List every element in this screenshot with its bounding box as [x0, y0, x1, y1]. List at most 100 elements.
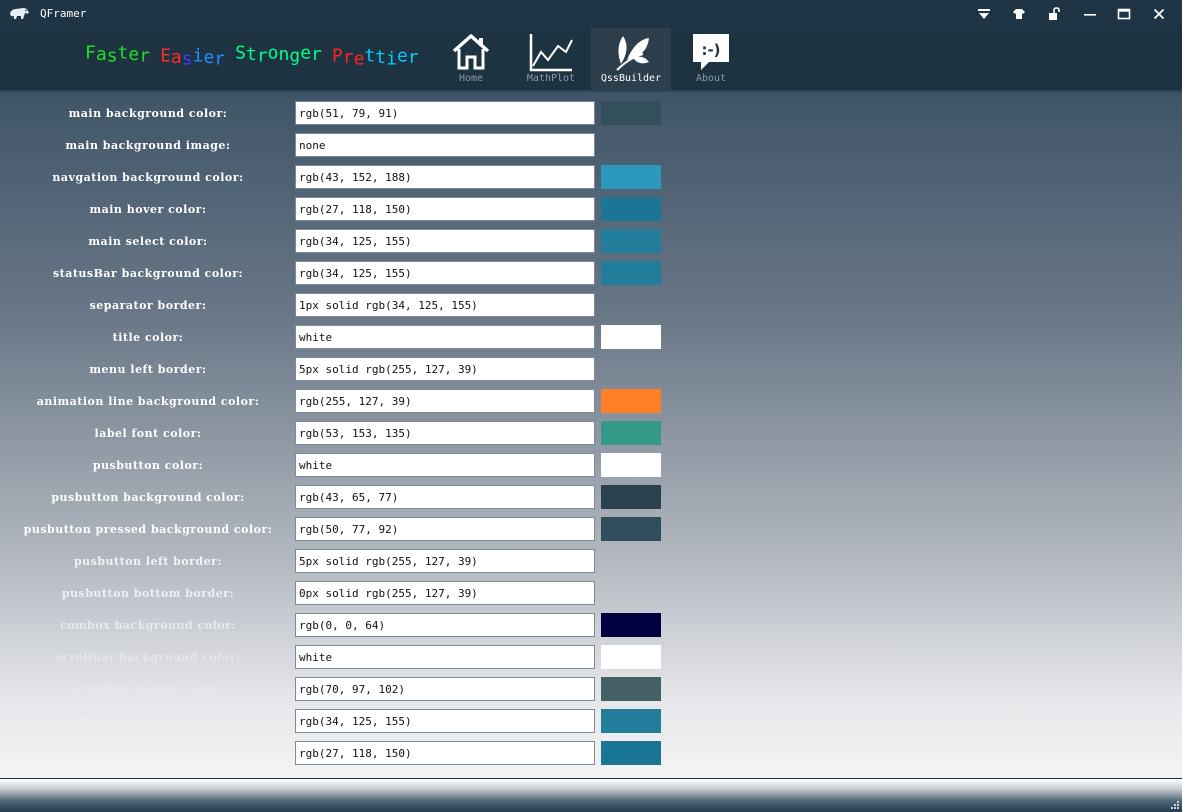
qss-value-input[interactable] — [295, 101, 595, 125]
status-bar — [0, 778, 1182, 812]
nav-about[interactable]: :-) About — [671, 28, 751, 90]
qss-row-label: menu left border: — [89, 363, 207, 376]
qss-value-input[interactable] — [295, 549, 595, 573]
qss-row-label: main select color: — [88, 235, 208, 248]
minimize-icon[interactable] — [1080, 4, 1100, 24]
qss-value-input[interactable] — [295, 741, 595, 765]
skin-shirt-icon[interactable] — [1009, 4, 1029, 24]
qss-row: title color: — [0, 324, 700, 350]
qss-value-input[interactable] — [295, 165, 595, 189]
color-swatch-button[interactable] — [601, 709, 661, 733]
qss-row-label: main hover color: — [89, 203, 207, 216]
color-swatch-button[interactable] — [601, 485, 661, 509]
nav-mathplot[interactable]: MathPlot — [511, 28, 591, 90]
qss-value-input[interactable] — [295, 453, 595, 477]
nav-home[interactable]: Home — [431, 28, 511, 90]
qss-row-label: combox background color: — [60, 619, 236, 632]
qss-value-input[interactable] — [295, 709, 595, 733]
color-swatch-button[interactable] — [601, 517, 661, 541]
lock-open-icon[interactable] — [1044, 4, 1064, 24]
slogan-word: Faster — [85, 42, 151, 67]
qss-value-input[interactable] — [295, 229, 595, 253]
nav-label-about: About — [695, 73, 727, 84]
color-swatch-button[interactable] — [601, 421, 661, 445]
qss-value-input[interactable] — [295, 197, 595, 221]
slogan-word: Stronger — [235, 42, 322, 67]
smiley-bubble-icon: :-) — [693, 34, 729, 70]
qss-value-input[interactable] — [295, 517, 595, 541]
qss-row-label: pusbutton left border: — [73, 555, 223, 568]
qss-value-input[interactable] — [295, 389, 595, 413]
color-swatch-button[interactable] — [601, 325, 661, 349]
qss-row: pusbutton bottom border: — [0, 580, 700, 606]
line-chart-icon — [529, 34, 573, 72]
qss-row-label: separator border: — [89, 299, 207, 312]
qss-row: separator border: — [0, 292, 700, 318]
slogan: Faster Easier Stronger Prettier — [85, 42, 429, 70]
color-swatch-button[interactable] — [601, 197, 661, 221]
dropdown-icon[interactable] — [974, 4, 994, 24]
qss-row-label: pusbutton bottom border: — [61, 587, 235, 600]
qss-row-label: headview background color: — [54, 715, 242, 728]
qss-value-input[interactable] — [295, 357, 595, 381]
color-swatch-button[interactable] — [601, 101, 661, 125]
qss-value-input[interactable] — [295, 293, 595, 317]
slogan-word: Easier — [160, 45, 226, 70]
nav-label-qssbuilder: QssBuilder — [600, 73, 662, 84]
qss-row: label font color: — [0, 420, 700, 446]
qss-row: menu left border: — [0, 356, 700, 382]
qss-row-label: animation line background color: — [36, 395, 260, 408]
qss-value-input[interactable] — [295, 421, 595, 445]
qss-value-input[interactable] — [295, 325, 595, 349]
qss-row: main background image: — [0, 132, 700, 158]
qss-value-input[interactable] — [295, 645, 595, 669]
qss-value-input[interactable] — [295, 485, 595, 509]
resize-grip-icon[interactable] — [1170, 800, 1180, 810]
window-title: QFramer — [40, 7, 87, 20]
home-icon — [452, 34, 490, 70]
nav-qssbuilder[interactable]: QssBuilder — [591, 28, 671, 90]
color-swatch-button[interactable] — [601, 165, 661, 189]
color-swatch-button[interactable] — [601, 645, 661, 669]
qss-row-label: scrollbar handle color: — [72, 683, 224, 696]
qss-row: main background color: — [0, 100, 700, 126]
qss-row-label: pusbutton background color: — [51, 491, 245, 504]
qss-row-label: main background image: — [65, 139, 231, 152]
qss-row: navgation background color: — [0, 164, 700, 190]
leaf-icon — [616, 36, 649, 71]
qss-row-label: statusBar background color: — [52, 267, 244, 280]
qss-row: combox background color: — [0, 612, 700, 638]
qss-row: pusbutton color: — [0, 452, 700, 478]
color-swatch-button[interactable] — [601, 677, 661, 701]
color-swatch-button[interactable] — [601, 613, 661, 637]
nav-label-home: Home — [458, 73, 484, 84]
maximize-icon[interactable] — [1114, 4, 1134, 24]
color-swatch-button[interactable] — [601, 229, 661, 253]
qss-row-label: title color: — [112, 331, 184, 344]
qss-value-input[interactable] — [295, 613, 595, 637]
qss-row-label: label font color: — [94, 427, 202, 440]
qss-row-label: pusbutton color: — [92, 459, 204, 472]
qss-row: main hover color: — [0, 196, 700, 222]
color-swatch-button[interactable] — [601, 741, 661, 765]
qss-value-input[interactable] — [295, 581, 595, 605]
app-bear-icon — [10, 8, 29, 19]
qss-value-input[interactable] — [295, 133, 595, 157]
color-swatch-button[interactable] — [601, 389, 661, 413]
close-icon[interactable] — [1149, 4, 1169, 24]
color-swatch-button[interactable] — [601, 453, 661, 477]
qss-row: pusbutton background color: — [0, 484, 700, 510]
qss-row-label: main background color: — [68, 107, 228, 120]
qss-row: main select color: — [0, 228, 700, 254]
header: Faster Easier Stronger Prettier Home MathPl… — [0, 28, 1182, 90]
qss-row: animation line background color: — [0, 388, 700, 414]
qss-value-input[interactable] — [295, 261, 595, 285]
qss-row: scrollbar background color: — [0, 644, 700, 670]
qss-row: scrollbar handle color: — [0, 676, 700, 702]
qss-value-input[interactable] — [295, 677, 595, 701]
color-swatch-button[interactable] — [601, 261, 661, 285]
qss-row: table or tree background color: — [0, 740, 700, 766]
slogan-word: Prettier — [331, 45, 419, 70]
qss-row: pusbutton pressed background color: — [0, 516, 700, 542]
header-separator — [0, 90, 1182, 92]
